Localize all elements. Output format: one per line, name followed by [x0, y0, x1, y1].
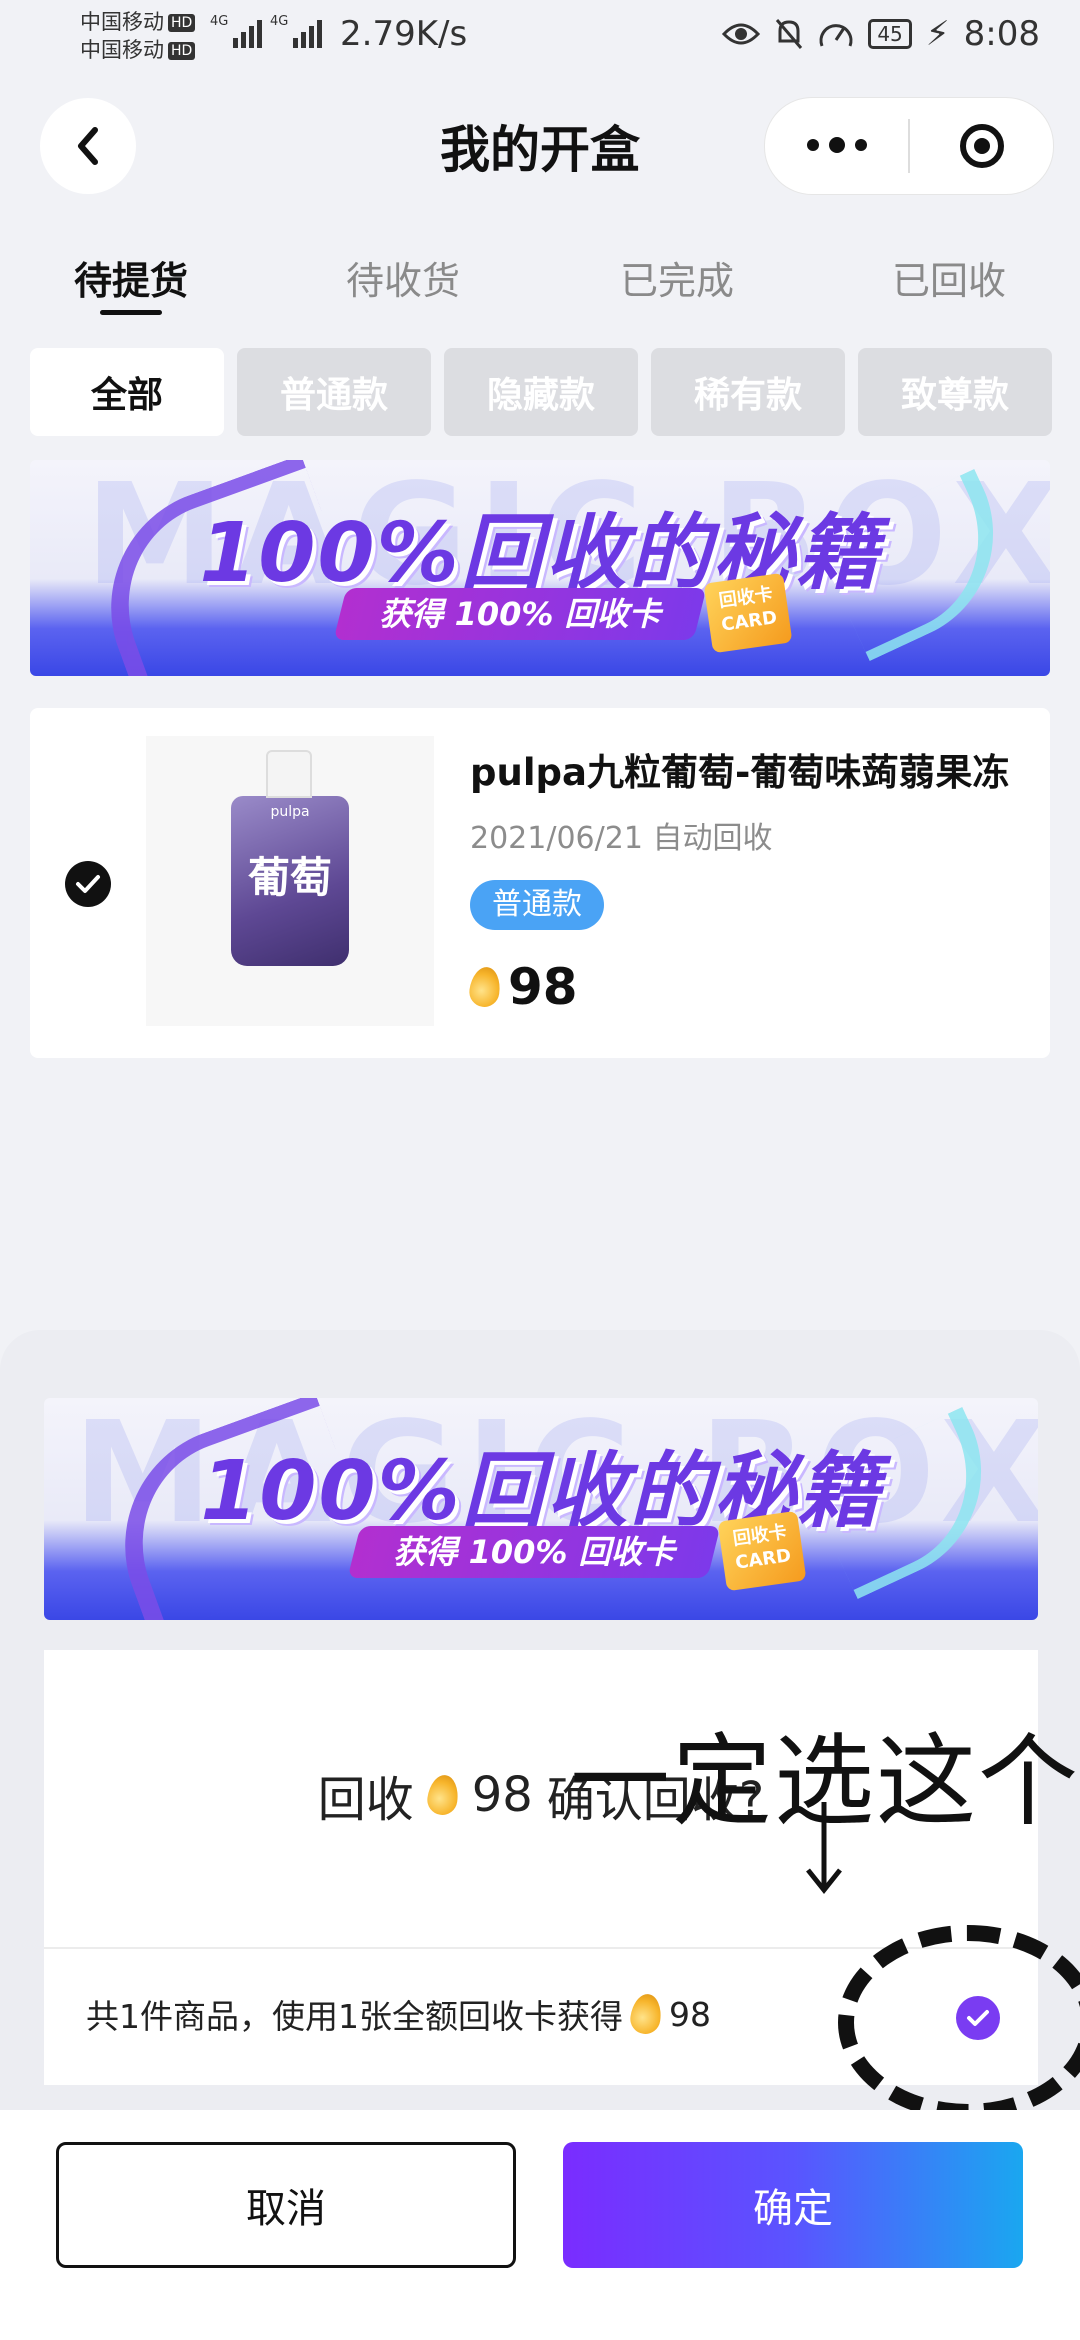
- price-value: 98: [508, 958, 578, 1016]
- filter-all[interactable]: 全部: [30, 348, 224, 436]
- annotation-arrow-icon: [806, 1802, 842, 1895]
- mini-program-capsule: [764, 97, 1054, 195]
- more-icon[interactable]: [765, 137, 908, 153]
- annotation-circle: [838, 1925, 1080, 2120]
- recycle-card-icon: 回收卡 CARD: [717, 1510, 807, 1592]
- filter-rare[interactable]: 稀有款: [651, 348, 845, 436]
- recycle-card-banner[interactable]: MAGIC BOX 100%回收的秘籍 获得 100% 回收卡 回收卡 CARD: [30, 460, 1050, 676]
- cancel-button[interactable]: 取消: [56, 2142, 516, 2268]
- product-price: 98: [467, 958, 578, 1016]
- summary-amount: 98: [669, 1994, 711, 2034]
- carrier-info: 中国移动 HD 中国移动 HD: [80, 8, 196, 64]
- tab-pending-receipt[interactable]: 待收货: [346, 250, 460, 305]
- mute-bell-icon: [776, 19, 803, 49]
- filter-hidden[interactable]: 隐藏款: [444, 348, 638, 436]
- banner-ribbon-text: 获得 100% 回收卡: [379, 595, 661, 633]
- speedometer-icon: [819, 24, 853, 47]
- coin-drop-icon: [425, 1773, 461, 1817]
- active-tab-indicator: [100, 310, 162, 315]
- net-speed: 2.79K/s: [340, 14, 468, 54]
- network-gen: 4G: [210, 14, 229, 29]
- jelly-pouch-image: pulpa 葡萄: [231, 750, 349, 966]
- product-tier-badge: 普通款: [470, 880, 604, 930]
- coin-drop-icon: [628, 1992, 664, 2036]
- eye-icon: [722, 23, 761, 45]
- product-card[interactable]: pulpa 葡萄 pulpa九粒葡萄-葡萄味蒟蒻果冻 2021/06/21 自动…: [30, 708, 1050, 1058]
- product-date: 2021/06/21 自动回收: [470, 821, 773, 856]
- product-image: pulpa 葡萄: [146, 736, 434, 1026]
- hd-badge: HD: [168, 42, 196, 60]
- confirm-amount: 98: [471, 1767, 533, 1823]
- confirm-button[interactable]: 确定: [563, 2142, 1023, 2268]
- close-program-button[interactable]: [910, 124, 1053, 168]
- product-name: pulpa九粒葡萄-葡萄味蒟蒻果冻: [470, 751, 1010, 794]
- target-icon: [959, 124, 1004, 168]
- recycle-card-icon: 回收卡 CARD: [703, 572, 793, 654]
- summary-text: 共1件商品，使用1张全额回收卡获得: [86, 1997, 623, 2036]
- signal-icon: 4G: [270, 14, 323, 48]
- carrier-2: 中国移动: [80, 38, 164, 62]
- recycle-card-option[interactable]: 共1件商品，使用1张全额回收卡获得 98: [86, 1990, 711, 2038]
- signal-icon: 4G: [210, 14, 263, 48]
- action-bar: 取消 确定: [0, 2110, 1080, 2340]
- tab-recycled[interactable]: 已回收: [892, 250, 1006, 305]
- sheet-recycle-card-banner[interactable]: MAGIC BOX 100%回收的秘籍 获得 100% 回收卡 回收卡 CARD: [44, 1398, 1038, 1620]
- order-tabs: 待提货 待收货 已完成 已回收: [0, 250, 1080, 330]
- tab-completed[interactable]: 已完成: [620, 250, 734, 305]
- battery-icon: 45: [868, 19, 912, 49]
- check-icon: [76, 875, 100, 893]
- status-bar: 中国移动 HD 中国移动 HD 4G 4G 2.79K/s 45 ⚡ 8:08: [0, 0, 1080, 72]
- network-gen: 4G: [270, 14, 289, 29]
- hd-badge: HD: [168, 14, 196, 32]
- select-checkbox[interactable]: [65, 861, 111, 907]
- carrier-1: 中国移动: [80, 10, 164, 34]
- banner-ribbon-text: 获得 100% 回收卡: [393, 1533, 675, 1571]
- tab-pending-pickup[interactable]: 待提货: [74, 250, 188, 305]
- filter-supreme[interactable]: 致尊款: [858, 348, 1052, 436]
- filter-normal[interactable]: 普通款: [237, 348, 431, 436]
- clock: 8:08: [963, 14, 1040, 54]
- charging-icon: ⚡: [925, 14, 950, 54]
- coin-drop-icon: [467, 965, 503, 1009]
- confirm-prefix: 回收: [317, 1772, 414, 1828]
